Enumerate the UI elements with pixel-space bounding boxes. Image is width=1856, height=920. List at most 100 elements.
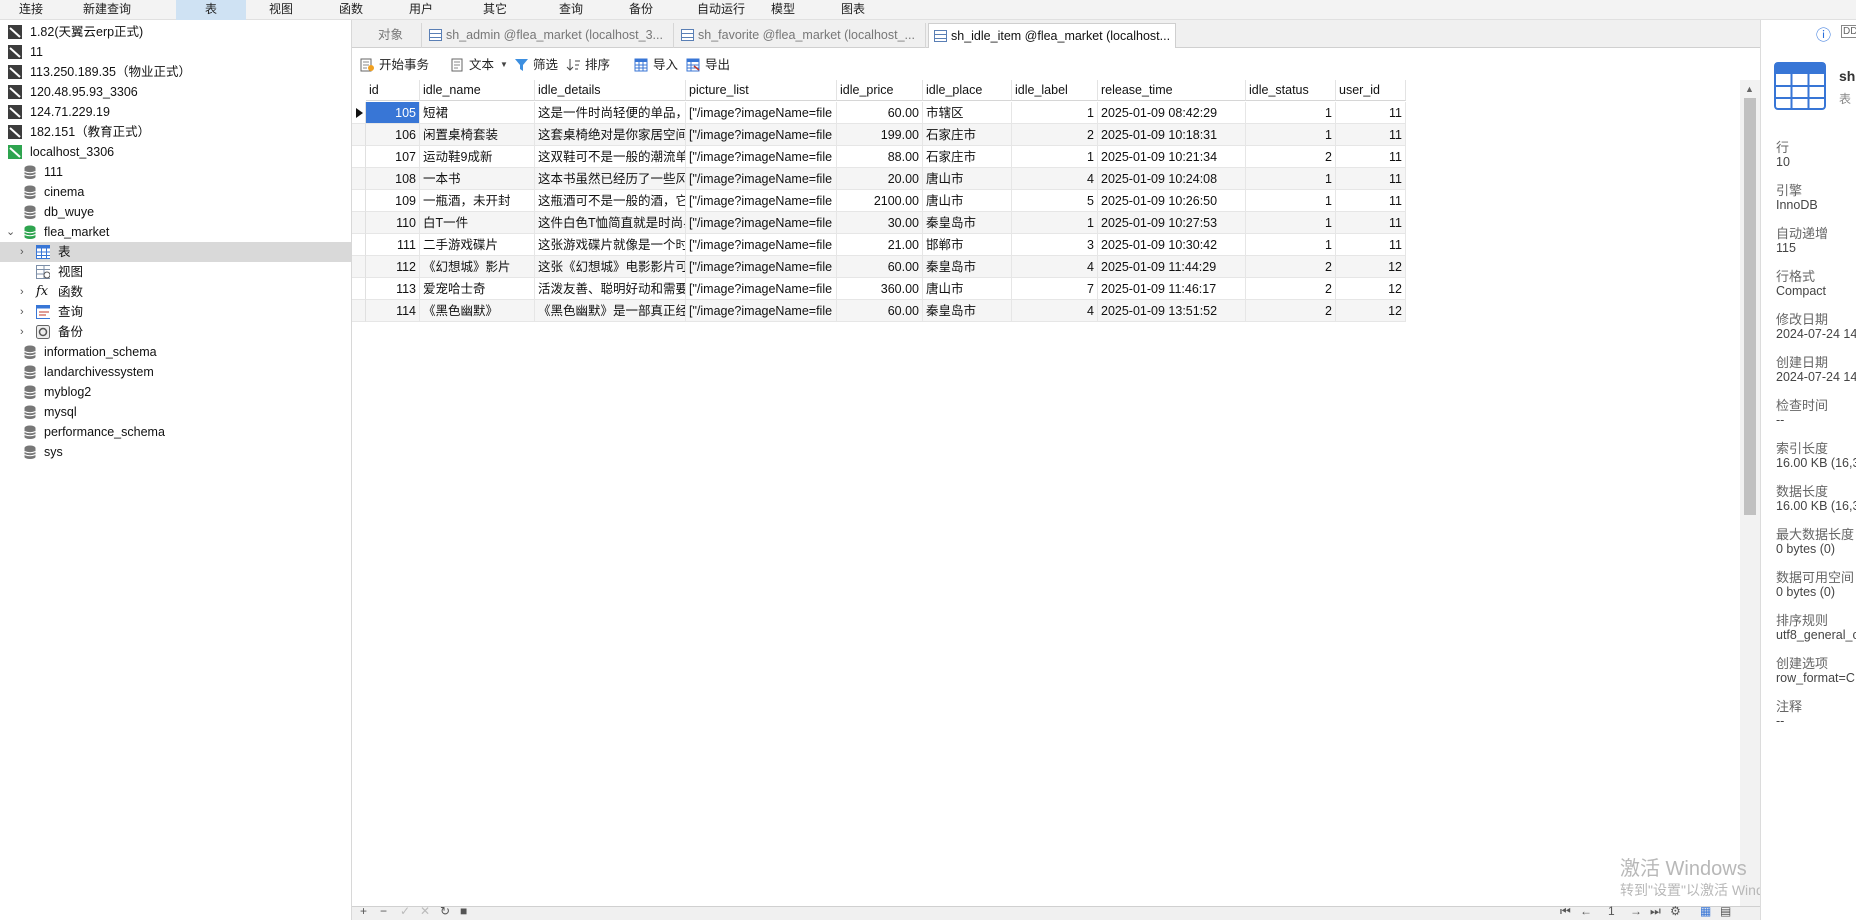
tree-database[interactable]: myblog2 bbox=[0, 382, 351, 402]
column-header-picture-list[interactable]: picture_list bbox=[686, 80, 837, 101]
cell-idle-status[interactable]: 1 bbox=[1246, 124, 1336, 146]
menu-query[interactable]: 查询 bbox=[546, 0, 596, 20]
cell-picture-list[interactable]: ["/image?imageName=file bbox=[686, 190, 837, 212]
scroll-up-icon[interactable]: ▲ bbox=[1745, 84, 1754, 94]
cell-release-time[interactable]: 2025-01-09 10:30:42 bbox=[1098, 234, 1246, 256]
stop-icon[interactable]: ■ bbox=[460, 904, 467, 918]
sort-button[interactable]: 排序 bbox=[566, 55, 612, 75]
cell-picture-list[interactable]: ["/image?imageName=file bbox=[686, 102, 837, 124]
delete-record-icon[interactable]: − bbox=[380, 904, 387, 918]
table-row[interactable]: 112 《幻想城》影片 这张《幻想城》电影影片可不 ["/image?imageNam… bbox=[352, 256, 1406, 278]
cell-idle-price[interactable]: 199.00 bbox=[837, 124, 923, 146]
tree-database[interactable]: sys bbox=[0, 442, 351, 462]
info-icon[interactable]: ⓘ bbox=[1816, 24, 1831, 45]
column-header-idle-status[interactable]: idle_status bbox=[1246, 80, 1336, 101]
cell-release-time[interactable]: 2025-01-09 11:46:17 bbox=[1098, 278, 1246, 300]
menu-model[interactable]: 模型 bbox=[758, 0, 808, 20]
cell-id[interactable]: 105 bbox=[366, 102, 420, 124]
chevron-right-icon[interactable]: › bbox=[20, 282, 30, 302]
chevron-down-icon[interactable]: ⌄ bbox=[6, 222, 16, 242]
cell-idle-details[interactable]: 这本书虽然已经历了一些风霜 bbox=[535, 168, 686, 190]
cell-idle-details[interactable]: 这是一件时尚轻便的单品，适 bbox=[535, 102, 686, 124]
cell-idle-place[interactable]: 唐山市 bbox=[923, 278, 1012, 300]
cell-user-id[interactable]: 12 bbox=[1336, 256, 1406, 278]
table-row[interactable]: 109 一瓶酒，未开封 这瓶酒可不是一般的酒，它蕴 ["/image?imageNam… bbox=[352, 190, 1406, 212]
cell-idle-label[interactable]: 2 bbox=[1012, 124, 1098, 146]
prev-page-icon[interactable]: ← bbox=[1580, 904, 1592, 918]
cell-idle-name[interactable]: 一本书 bbox=[420, 168, 535, 190]
cell-idle-place[interactable]: 秦皇岛市 bbox=[923, 256, 1012, 278]
cell-id[interactable]: 109 bbox=[366, 190, 420, 212]
tree-node-functions[interactable]: › fx 函数 bbox=[0, 282, 351, 302]
form-view-icon[interactable]: ▤ bbox=[1720, 904, 1731, 918]
cell-idle-name[interactable]: 爱宠哈士奇 bbox=[420, 278, 535, 300]
cell-release-time[interactable]: 2025-01-09 11:44:29 bbox=[1098, 256, 1246, 278]
tree-database-flea-market[interactable]: ⌄ flea_market bbox=[0, 222, 351, 242]
cell-release-time[interactable]: 2025-01-09 13:51:52 bbox=[1098, 300, 1246, 322]
cell-picture-list[interactable]: ["/image?imageName=file bbox=[686, 168, 837, 190]
cell-id[interactable]: 112 bbox=[366, 256, 420, 278]
next-page-icon[interactable]: → bbox=[1630, 904, 1642, 918]
cell-release-time[interactable]: 2025-01-09 10:27:53 bbox=[1098, 212, 1246, 234]
add-record-icon[interactable]: + bbox=[360, 904, 367, 918]
cell-release-time[interactable]: 2025-01-09 08:42:29 bbox=[1098, 102, 1246, 124]
cell-idle-place[interactable]: 市辖区 bbox=[923, 102, 1012, 124]
cell-idle-label[interactable]: 4 bbox=[1012, 300, 1098, 322]
cell-idle-price[interactable]: 88.00 bbox=[837, 146, 923, 168]
page-number-field[interactable]: 1 bbox=[1608, 904, 1615, 918]
tree-node-views[interactable]: 视图 bbox=[0, 262, 351, 282]
cell-idle-details[interactable]: 《黑色幽默》是一部真正经典 bbox=[535, 300, 686, 322]
row-selector[interactable] bbox=[352, 124, 366, 146]
table-row[interactable]: 113 爱宠哈士奇 活泼友善、聪明好动和需要关 ["/image?imageName=… bbox=[352, 278, 1406, 300]
cell-idle-name[interactable]: 运动鞋9成新 bbox=[420, 146, 535, 168]
cell-user-id[interactable]: 12 bbox=[1336, 278, 1406, 300]
column-header-idle-label[interactable]: idle_label bbox=[1012, 80, 1098, 101]
cell-id[interactable]: 113 bbox=[366, 278, 420, 300]
cell-idle-status[interactable]: 1 bbox=[1246, 102, 1336, 124]
cell-idle-price[interactable]: 360.00 bbox=[837, 278, 923, 300]
cell-idle-label[interactable]: 5 bbox=[1012, 190, 1098, 212]
cell-release-time[interactable]: 2025-01-09 10:21:34 bbox=[1098, 146, 1246, 168]
menu-autorun[interactable]: 自动运行 bbox=[684, 0, 758, 20]
text-view-dropdown[interactable]: 文本 ▼ bbox=[450, 55, 508, 75]
cell-idle-price[interactable]: 2100.00 bbox=[837, 190, 923, 212]
tree-node-backups[interactable]: › 备份 bbox=[0, 322, 351, 342]
row-selector[interactable] bbox=[352, 168, 366, 190]
cell-idle-name[interactable]: 一瓶酒，未开封 bbox=[420, 190, 535, 212]
tab-sh-idle-item[interactable]: sh_idle_item @flea_market (localhost... bbox=[928, 23, 1176, 48]
cell-idle-label[interactable]: 4 bbox=[1012, 256, 1098, 278]
filter-button[interactable]: 筛选 bbox=[514, 55, 560, 75]
cell-release-time[interactable]: 2025-01-09 10:18:31 bbox=[1098, 124, 1246, 146]
tree-database[interactable]: performance_schema bbox=[0, 422, 351, 442]
menu-other[interactable]: 其它 bbox=[470, 0, 520, 20]
tree-database[interactable]: 111 bbox=[0, 162, 351, 182]
tab-sh-favorite[interactable]: sh_favorite @flea_market (localhost_... bbox=[676, 23, 926, 48]
cell-release-time[interactable]: 2025-01-09 10:26:50 bbox=[1098, 190, 1246, 212]
cell-id[interactable]: 110 bbox=[366, 212, 420, 234]
menu-user[interactable]: 用户 bbox=[396, 0, 446, 20]
cell-idle-price[interactable]: 30.00 bbox=[837, 212, 923, 234]
cell-idle-name[interactable]: 二手游戏碟片 bbox=[420, 234, 535, 256]
apply-changes-icon[interactable]: ✓ bbox=[400, 904, 410, 918]
tree-node-queries[interactable]: › 查询 bbox=[0, 302, 351, 322]
last-page-icon[interactable]: ⏭ bbox=[1650, 904, 1661, 919]
cell-idle-label[interactable]: 3 bbox=[1012, 234, 1098, 256]
column-header-user-id[interactable]: user_id bbox=[1336, 80, 1406, 101]
cell-picture-list[interactable]: ["/image?imageName=file bbox=[686, 212, 837, 234]
menu-chart[interactable]: 图表 bbox=[828, 0, 878, 20]
table-row[interactable]: 107 运动鞋9成新 这双鞋可不是一般的潮流单品 ["/image?imageName… bbox=[352, 146, 1406, 168]
cell-idle-name[interactable]: 白T一件 bbox=[420, 212, 535, 234]
menu-new-query[interactable]: 新建查询 bbox=[70, 0, 144, 20]
cell-id[interactable]: 111 bbox=[366, 234, 420, 256]
cell-idle-price[interactable]: 21.00 bbox=[837, 234, 923, 256]
cell-idle-label[interactable]: 7 bbox=[1012, 278, 1098, 300]
table-row[interactable]: 106 闲置桌椅套装 这套桌椅绝对是你家居空间的 ["/image?imageName… bbox=[352, 124, 1406, 146]
cell-idle-name[interactable]: 《黑色幽默》 bbox=[420, 300, 535, 322]
row-selector[interactable] bbox=[352, 190, 366, 212]
cell-picture-list[interactable]: ["/image?imageName=file bbox=[686, 124, 837, 146]
cell-idle-details[interactable]: 这件白色T恤简直就是时尚界 bbox=[535, 212, 686, 234]
cell-user-id[interactable]: 12 bbox=[1336, 300, 1406, 322]
table-row[interactable]: 108 一本书 这本书虽然已经历了一些风霜 ["/image?imageName=fi… bbox=[352, 168, 1406, 190]
row-selector[interactable] bbox=[352, 146, 366, 168]
tree-database[interactable]: mysql bbox=[0, 402, 351, 422]
